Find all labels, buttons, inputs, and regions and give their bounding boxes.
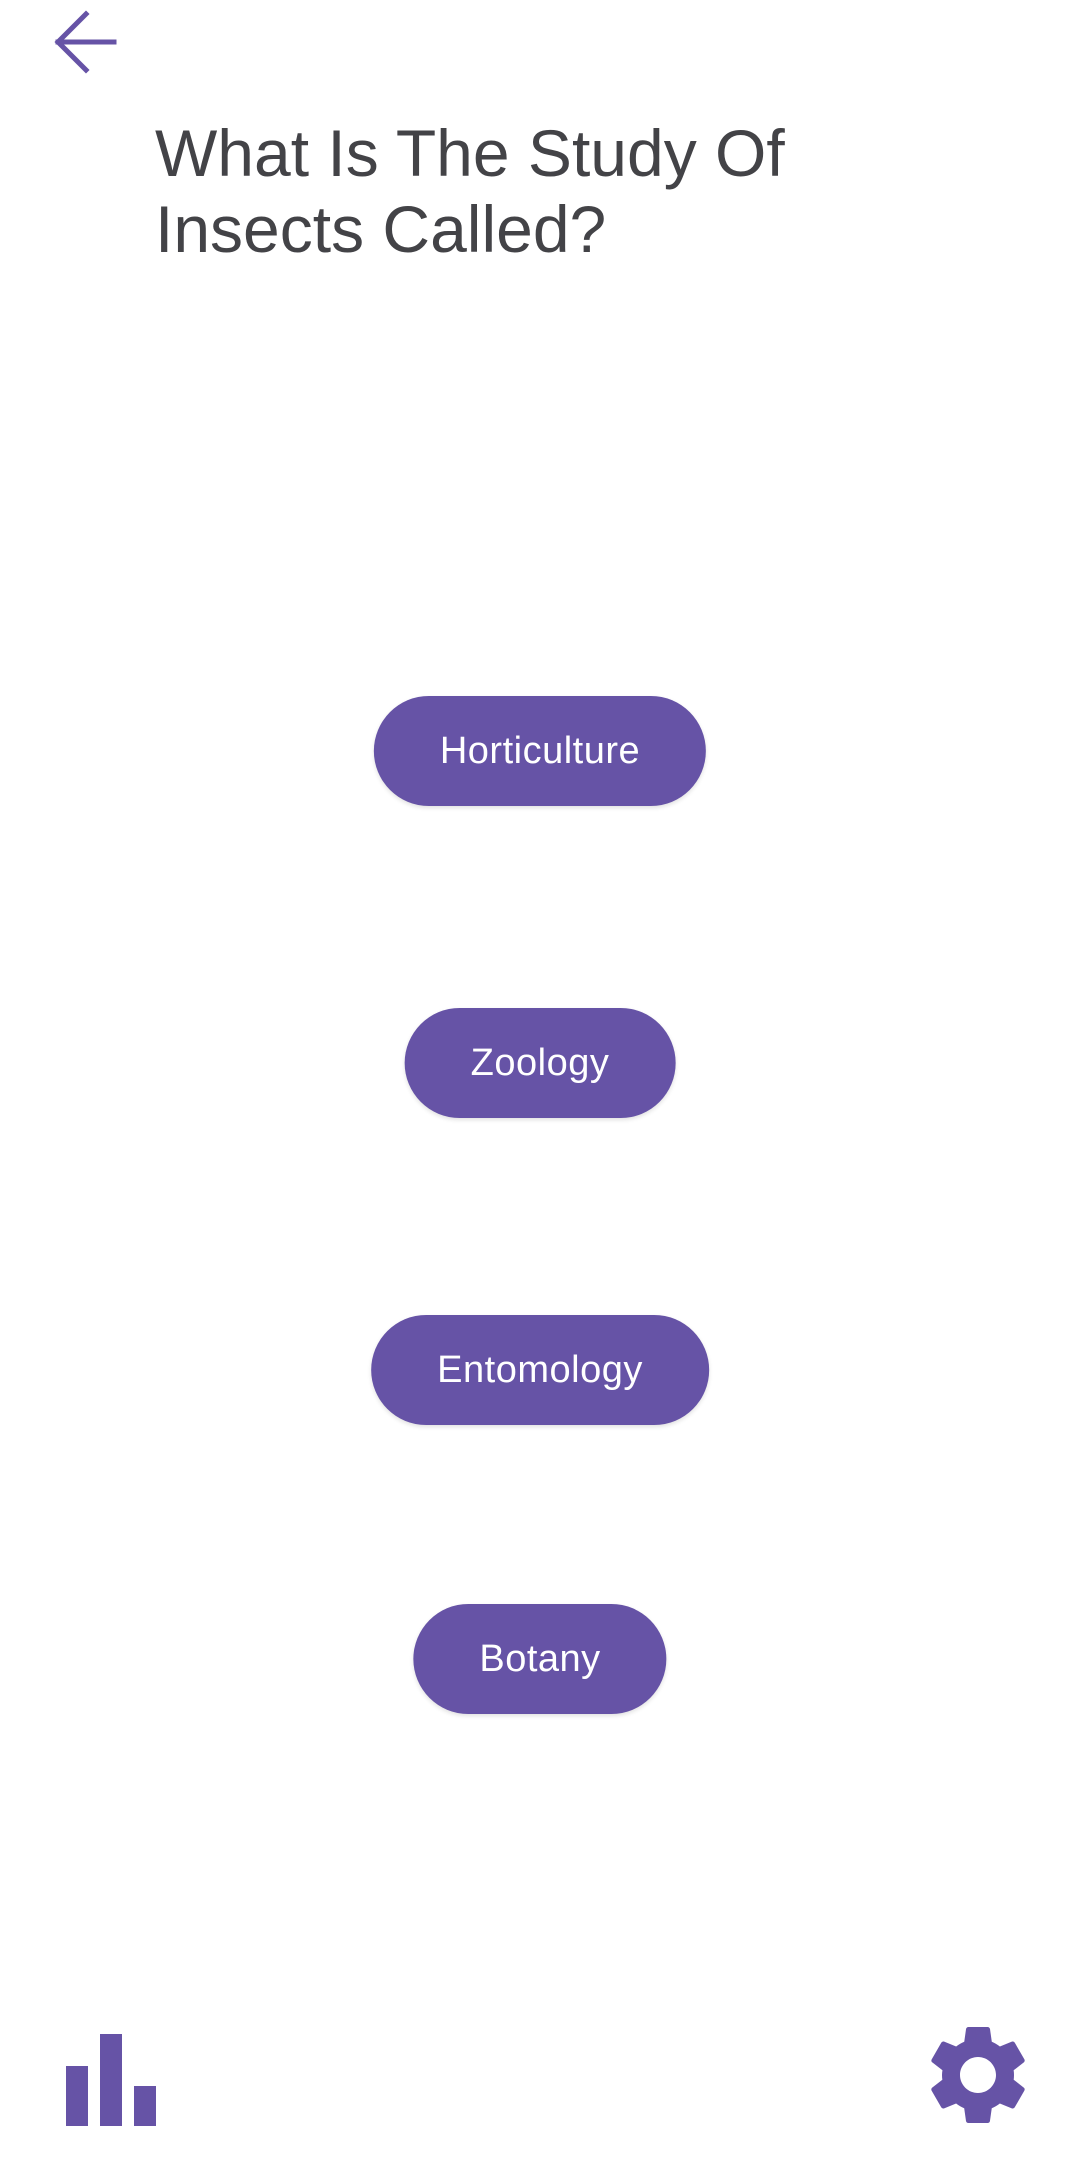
back-button[interactable] [40,0,130,80]
answer-button-entomology[interactable]: Entomology [371,1315,709,1425]
gear-icon [931,2027,1025,2123]
quiz-screen: What Is The Study Of Insects Called? Hor… [0,0,1080,2163]
answer-label: Botany [479,1637,601,1680]
answer-button-zoology[interactable]: Zoology [404,1008,676,1118]
answer-label: Zoology [470,1041,610,1084]
answer-label: Horticulture [439,729,641,772]
answer-button-botany[interactable]: Botany [413,1604,667,1714]
stats-button[interactable] [56,2020,166,2130]
question-text: What Is The Study Of Insects Called? [155,116,785,266]
answer-button-horticulture[interactable]: Horticulture [373,696,707,806]
bar-chart-icon [66,2034,156,2126]
settings-button[interactable] [918,2015,1038,2135]
arrow-left-icon [54,10,117,74]
answer-label: Entomology [437,1348,643,1391]
